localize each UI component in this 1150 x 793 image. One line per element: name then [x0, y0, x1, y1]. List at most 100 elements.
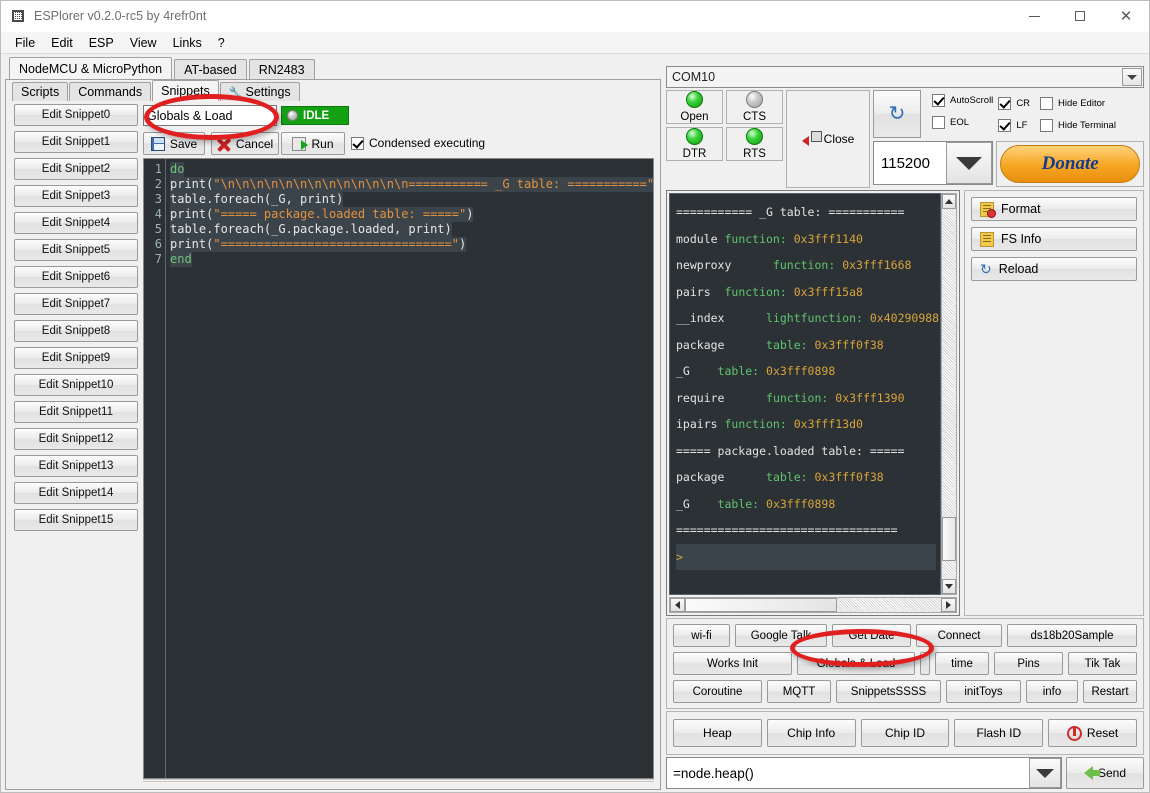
quick-button-snippetssss[interactable]: SnippetsSSSS — [836, 680, 941, 703]
edit-snippet-15-button[interactable]: Edit Snippet15 — [14, 509, 138, 531]
tab-rn2483[interactable]: RN2483 — [248, 59, 315, 79]
edit-snippet-1-button[interactable]: Edit Snippet1 — [14, 131, 138, 153]
edit-snippet-10-button[interactable]: Edit Snippet10 — [14, 374, 138, 396]
quick-button-tik-tak[interactable]: Tik Tak — [1068, 652, 1137, 675]
line-number: 3 — [154, 192, 162, 206]
quick-button-mqtt[interactable]: MQTT — [767, 680, 831, 703]
condensed-executing-checkbox[interactable]: Condensed executing — [351, 136, 485, 150]
edit-snippet-11-button[interactable]: Edit Snippet11 — [14, 401, 138, 423]
edit-snippet-3-button[interactable]: Edit Snippet3 — [14, 185, 138, 207]
format-button[interactable]: Format — [971, 197, 1137, 221]
reload-button[interactable]: ↻ Reload — [971, 257, 1137, 281]
menu-esp[interactable]: ESP — [81, 34, 122, 52]
chip-info-button[interactable]: Chip Info — [766, 719, 856, 747]
serial-terminal-output[interactable]: =========== _G table: =========== module … — [669, 193, 941, 595]
chip-id-button[interactable]: Chip ID — [860, 719, 950, 747]
terminal-vertical-scrollbar[interactable] — [941, 193, 957, 595]
quick-button-restart[interactable]: Restart — [1083, 680, 1137, 703]
hide-editor-checkbox[interactable]: Hide Editor — [1040, 97, 1116, 110]
edit-snippet-2-button[interactable]: Edit Snippet2 — [14, 158, 138, 180]
close-button[interactable]: ✕ — [1103, 1, 1149, 32]
save-button[interactable]: Save — [143, 132, 205, 155]
edit-snippet-14-button[interactable]: Edit Snippet14 — [14, 482, 138, 504]
heap-button[interactable]: Heap — [673, 719, 762, 747]
edit-snippet-4-button[interactable]: Edit Snippet4 — [14, 212, 138, 234]
code-line[interactable]: table.foreach(_G.package.loaded, print) — [170, 222, 653, 237]
donate-button[interactable]: Donate — [1000, 145, 1140, 183]
tab-nodemcu-micropython[interactable]: NodeMCU & MicroPython — [9, 57, 173, 79]
edit-snippet-6-button[interactable]: Edit Snippet6 — [14, 266, 138, 288]
scroll-thumb[interactable] — [942, 517, 956, 561]
tab-commands[interactable]: Commands — [69, 82, 152, 101]
menu-help[interactable]: ? — [210, 34, 233, 52]
scroll-right-button[interactable] — [941, 598, 956, 612]
chevron-down-icon[interactable] — [946, 142, 993, 184]
code-editor[interactable]: 1234567 do print("\n\n\n\n\n\n\n\n\n\n\n\… — [143, 158, 654, 779]
code-line[interactable]: print("\n\n\n\n\n\n\n\n\n\n\n\n\n=======… — [170, 177, 653, 192]
maximize-button[interactable] — [1057, 1, 1103, 32]
quick-button-connect[interactable]: Connect — [916, 624, 1002, 647]
hscroll-thumb[interactable] — [685, 598, 837, 612]
edit-snippet-13-button[interactable]: Edit Snippet13 — [14, 455, 138, 477]
quick-button-time[interactable]: time — [935, 652, 989, 675]
quick-button-works-init[interactable]: Works Init — [673, 652, 792, 675]
lf-checkbox[interactable]: LF — [998, 119, 1030, 132]
run-button[interactable]: Run — [281, 132, 345, 155]
menu-edit[interactable]: Edit — [43, 34, 81, 52]
minimize-button[interactable] — [1011, 1, 1057, 32]
quick-button-get-date[interactable]: Get Date — [832, 624, 911, 647]
quick-button-coroutine[interactable]: Coroutine — [673, 680, 762, 703]
cr-checkbox[interactable]: CR — [998, 97, 1030, 110]
edit-snippet-9-button[interactable]: Edit Snippet9 — [14, 347, 138, 369]
edit-snippet-8-button[interactable]: Edit Snippet8 — [14, 320, 138, 342]
code-line[interactable]: print("===== package.loaded table: =====… — [170, 207, 653, 222]
code-line[interactable]: table.foreach(_G, print) — [170, 192, 653, 207]
scroll-down-button[interactable] — [942, 579, 956, 594]
edit-snippet-5-button[interactable]: Edit Snippet5 — [14, 239, 138, 261]
quick-button-google-talk[interactable]: Google Talk — [735, 624, 827, 647]
quick-button-inittoys[interactable]: initToys — [946, 680, 1021, 703]
fs-info-button[interactable]: FS Info — [971, 227, 1137, 251]
quick-button-ds18b20sample[interactable]: ds18b20Sample — [1007, 624, 1137, 647]
reset-button[interactable]: Reset — [1048, 719, 1137, 747]
code-text[interactable]: do print("\n\n\n\n\n\n\n\n\n\n\n\n\n=====… — [166, 159, 653, 778]
chevron-down-icon[interactable] — [1029, 758, 1061, 788]
menu-file[interactable]: File — [7, 34, 43, 52]
com-port-select[interactable]: COM10 — [666, 66, 1144, 88]
tab-snippets[interactable]: Snippets — [152, 80, 219, 101]
tab-settings[interactable]: 🔧 Settings — [219, 82, 300, 101]
quick-button-info[interactable]: info — [1026, 680, 1078, 703]
led-rts[interactable]: RTS — [726, 127, 783, 161]
edit-snippet-12-button[interactable]: Edit Snippet12 — [14, 428, 138, 450]
edit-snippet-0-button[interactable]: Edit Snippet0 — [14, 104, 138, 126]
tab-scripts[interactable]: Scripts — [12, 82, 69, 101]
hide-terminal-checkbox[interactable]: Hide Terminal — [1040, 119, 1116, 132]
baud-rate-select[interactable]: 115200 — [873, 141, 994, 185]
menu-links[interactable]: Links — [165, 34, 210, 52]
quick-button-globals-and-load[interactable]: Globals & Load — [797, 652, 915, 675]
command-input[interactable]: =node.heap() — [666, 757, 1062, 789]
cancel-button[interactable]: Cancel — [211, 132, 279, 155]
scroll-up-button[interactable] — [942, 194, 956, 209]
quick-button-blank[interactable] — [920, 652, 930, 675]
quick-button-pins[interactable]: Pins — [994, 652, 1063, 675]
snippet-name-input[interactable]: Globals & Load — [143, 105, 277, 126]
refresh-ports-button[interactable]: ↻ — [873, 90, 921, 138]
led-dtr[interactable]: DTR — [666, 127, 723, 161]
eol-checkbox[interactable]: EOL — [932, 116, 993, 129]
close-port-button[interactable]: Close — [786, 90, 870, 188]
code-line[interactable]: end — [170, 252, 653, 267]
tab-at-based[interactable]: AT-based — [174, 59, 247, 79]
edit-snippet-7-button[interactable]: Edit Snippet7 — [14, 293, 138, 315]
send-button[interactable]: Send — [1066, 757, 1144, 789]
terminal-horizontal-scrollbar[interactable] — [669, 597, 957, 613]
terminal-line: =========== _G table: =========== — [676, 205, 905, 219]
chevron-down-icon[interactable] — [1122, 68, 1142, 86]
scroll-left-button[interactable] — [670, 598, 685, 612]
flash-id-button[interactable]: Flash ID — [954, 719, 1044, 747]
code-line[interactable]: print("================================"… — [170, 237, 653, 252]
quick-button-wifi[interactable]: wi-fi — [673, 624, 730, 647]
menu-view[interactable]: View — [122, 34, 165, 52]
code-line[interactable]: do — [170, 162, 653, 177]
autoscroll-checkbox[interactable]: AutoScroll — [932, 94, 993, 107]
